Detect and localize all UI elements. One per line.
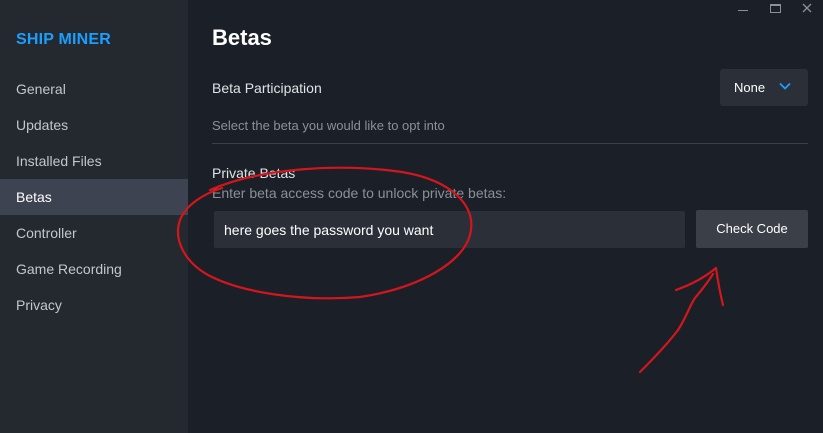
sidebar-item-betas[interactable]: Betas: [0, 179, 188, 215]
private-betas-label: Private Betas: [212, 165, 296, 181]
divider: [212, 143, 808, 144]
settings-window: SHIP MINER General Updates Installed Fil…: [0, 0, 823, 433]
sidebar-item-game-recording[interactable]: Game Recording: [0, 251, 188, 287]
chevron-down-icon: [779, 82, 791, 90]
sidebar-item-updates[interactable]: Updates: [0, 107, 188, 143]
app-title: SHIP MINER: [16, 31, 112, 48]
sidebar: SHIP MINER General Updates Installed Fil…: [0, 0, 188, 433]
main-panel: Betas Beta Participation None Select the…: [188, 0, 823, 433]
window-controls: [727, 0, 823, 16]
sidebar-item-privacy[interactable]: Privacy: [0, 287, 188, 323]
page-title: Betas: [212, 25, 272, 50]
sidebar-item-controller[interactable]: Controller: [0, 215, 188, 251]
close-icon[interactable]: [791, 0, 823, 16]
sidebar-item-installed-files[interactable]: Installed Files: [0, 143, 188, 179]
maximize-icon[interactable]: [759, 0, 791, 16]
beta-participation-label: Beta Participation: [212, 80, 322, 96]
dropdown-value: None: [734, 80, 766, 95]
sidebar-item-general[interactable]: General: [0, 71, 188, 107]
minimize-icon[interactable]: [727, 0, 759, 16]
private-betas-description: Enter beta access code to unlock private…: [212, 185, 507, 201]
beta-select-dropdown[interactable]: None: [720, 69, 808, 106]
beta-code-input[interactable]: [214, 211, 685, 248]
beta-participation-hint: Select the beta you would like to opt in…: [212, 118, 445, 133]
check-code-button[interactable]: Check Code: [696, 210, 808, 248]
